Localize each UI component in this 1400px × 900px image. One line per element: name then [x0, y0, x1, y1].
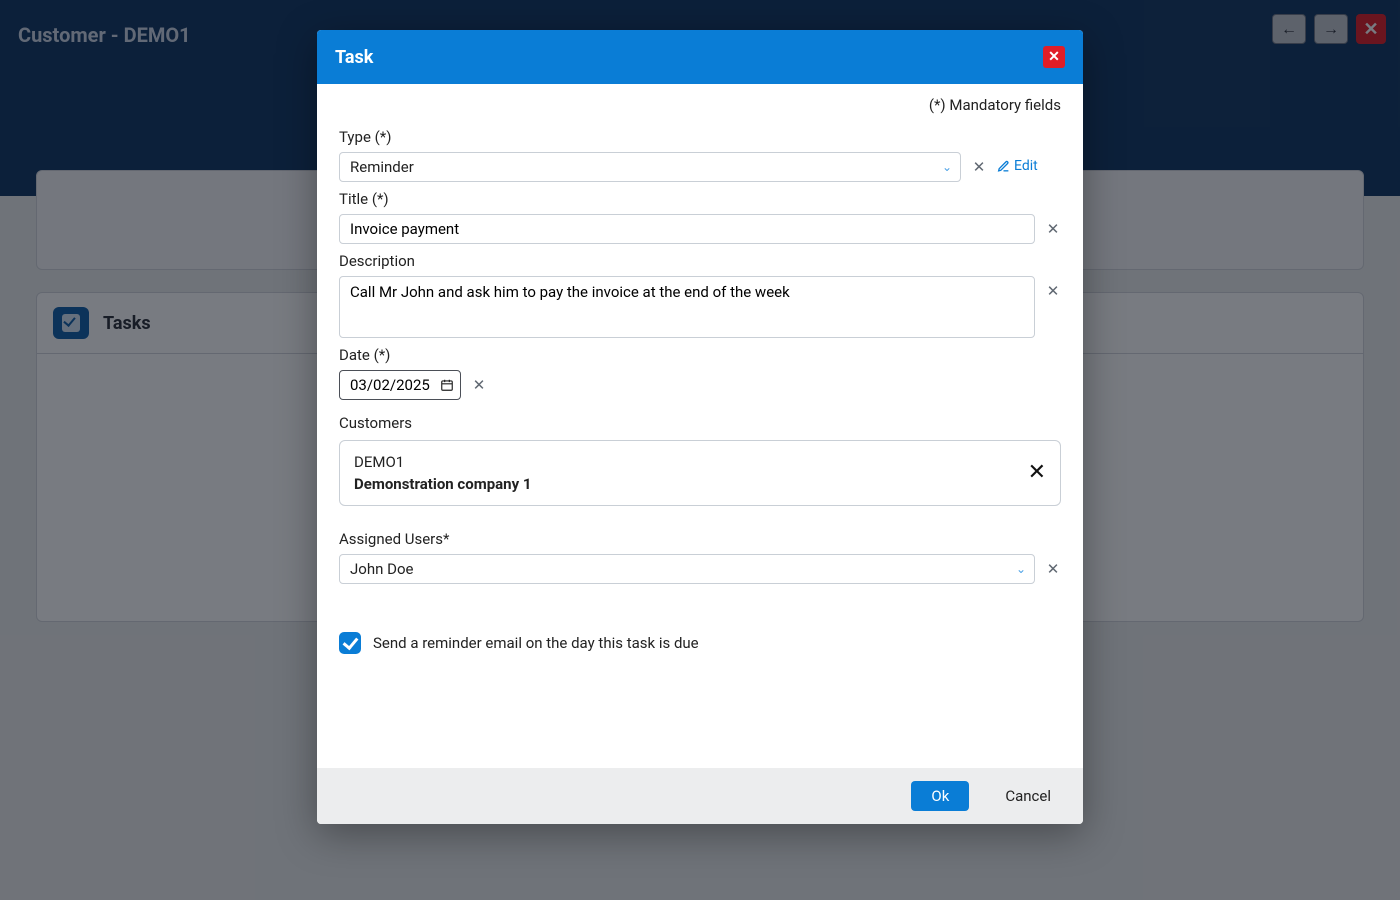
mandatory-note: (*) Mandatory fields: [339, 96, 1061, 114]
chevron-down-icon: ⌄: [1016, 562, 1026, 576]
type-select[interactable]: Reminder ⌄: [339, 152, 961, 182]
assigned-users-value: John Doe: [350, 560, 413, 578]
customers-label: Customers: [339, 414, 1061, 432]
type-clear-button[interactable]: ✕: [971, 159, 987, 175]
reminder-email-checkbox[interactable]: [339, 632, 361, 654]
close-icon: ✕: [1048, 49, 1060, 65]
chevron-down-icon: ⌄: [942, 160, 952, 174]
description-textarea[interactable]: [339, 276, 1035, 338]
assigned-users-select[interactable]: John Doe ⌄: [339, 554, 1035, 584]
description-label: Description: [339, 252, 1061, 270]
calendar-icon[interactable]: [440, 378, 454, 392]
type-select-value: Reminder: [350, 158, 414, 176]
customer-name: Demonstration company 1: [354, 475, 531, 493]
type-edit-label: Edit: [1014, 158, 1038, 174]
title-label: Title (*): [339, 190, 1061, 208]
reminder-email-label: Send a reminder email on the day this ta…: [373, 634, 699, 652]
title-input[interactable]: [339, 214, 1035, 244]
customer-chip: DEMO1 Demonstration company 1 ✕: [339, 440, 1061, 506]
title-clear-button[interactable]: ✕: [1045, 221, 1061, 237]
customer-remove-button[interactable]: ✕: [1028, 462, 1046, 484]
assigned-users-clear-button[interactable]: ✕: [1045, 561, 1061, 577]
assigned-users-label: Assigned Users*: [339, 530, 1061, 548]
modal-close-button[interactable]: ✕: [1043, 46, 1065, 68]
type-edit-link[interactable]: Edit: [997, 158, 1038, 174]
date-input-wrap[interactable]: [339, 370, 461, 400]
date-input[interactable]: [348, 375, 434, 395]
task-modal: Task ✕ (*) Mandatory fields Type (*) Rem…: [317, 30, 1083, 824]
customer-code: DEMO1: [354, 453, 531, 471]
type-label: Type (*): [339, 128, 1061, 146]
pencil-icon: [997, 160, 1010, 173]
date-clear-button[interactable]: ✕: [471, 377, 487, 393]
cancel-button[interactable]: Cancel: [999, 786, 1057, 806]
modal-title: Task: [335, 47, 373, 68]
modal-overlay: Task ✕ (*) Mandatory fields Type (*) Rem…: [0, 0, 1400, 900]
ok-button[interactable]: Ok: [911, 781, 969, 811]
date-label: Date (*): [339, 346, 1061, 364]
description-clear-button[interactable]: ✕: [1045, 283, 1061, 299]
